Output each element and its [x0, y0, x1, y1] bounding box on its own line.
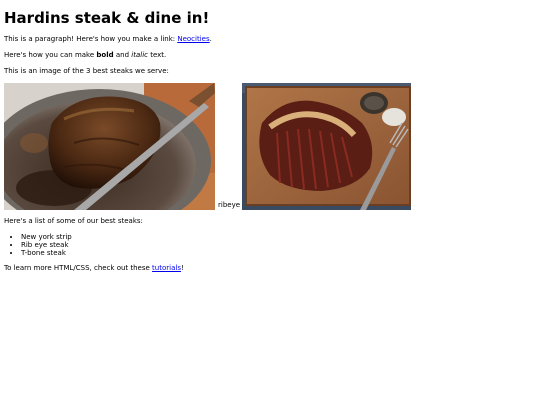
tbone-board-image — [242, 83, 412, 210]
page-title: Hardins steak & dine in! — [4, 9, 210, 27]
steak-images-row: ribeye — [4, 83, 536, 210]
formatting-text-b: and — [113, 51, 132, 59]
steak-pan-image — [4, 83, 215, 210]
italic-text: italic — [131, 51, 148, 59]
footer-text: To learn more HTML/CSS, check out these — [4, 264, 153, 272]
formatting-text-a: Here's how you can make — [4, 51, 97, 59]
intro-text: This is a paragraph! Here's how you make… — [4, 35, 178, 43]
ribeye-broken-image: ribeye — [218, 201, 241, 209]
intro-end: . — [209, 35, 212, 43]
intro-paragraph: This is a paragraph! Here's how you make… — [4, 35, 536, 44]
list-item: T-bone steak — [21, 249, 536, 257]
bold-text: bold — [96, 51, 114, 59]
tutorials-link[interactable]: tutorials — [152, 264, 181, 272]
footer-end: ! — [180, 264, 184, 272]
list-item: Rib eye steak — [21, 241, 536, 249]
list-item: New york strip — [21, 233, 536, 241]
steak-list: New york strip Rib eye steak T-bone stea… — [4, 233, 536, 257]
images-caption: This is an image of the 3 best steaks we… — [4, 67, 169, 75]
neocities-link[interactable]: Neocities — [177, 35, 209, 43]
list-intro: Here's a list of some of our best steaks… — [4, 217, 143, 225]
formatting-text-c: text. — [147, 51, 167, 59]
formatting-paragraph: Here's how you can make bold and italic … — [4, 51, 536, 60]
footer-paragraph: To learn more HTML/CSS, check out these … — [4, 264, 536, 273]
page-content: Hardins steak & dine in! This is a parag… — [0, 0, 540, 273]
